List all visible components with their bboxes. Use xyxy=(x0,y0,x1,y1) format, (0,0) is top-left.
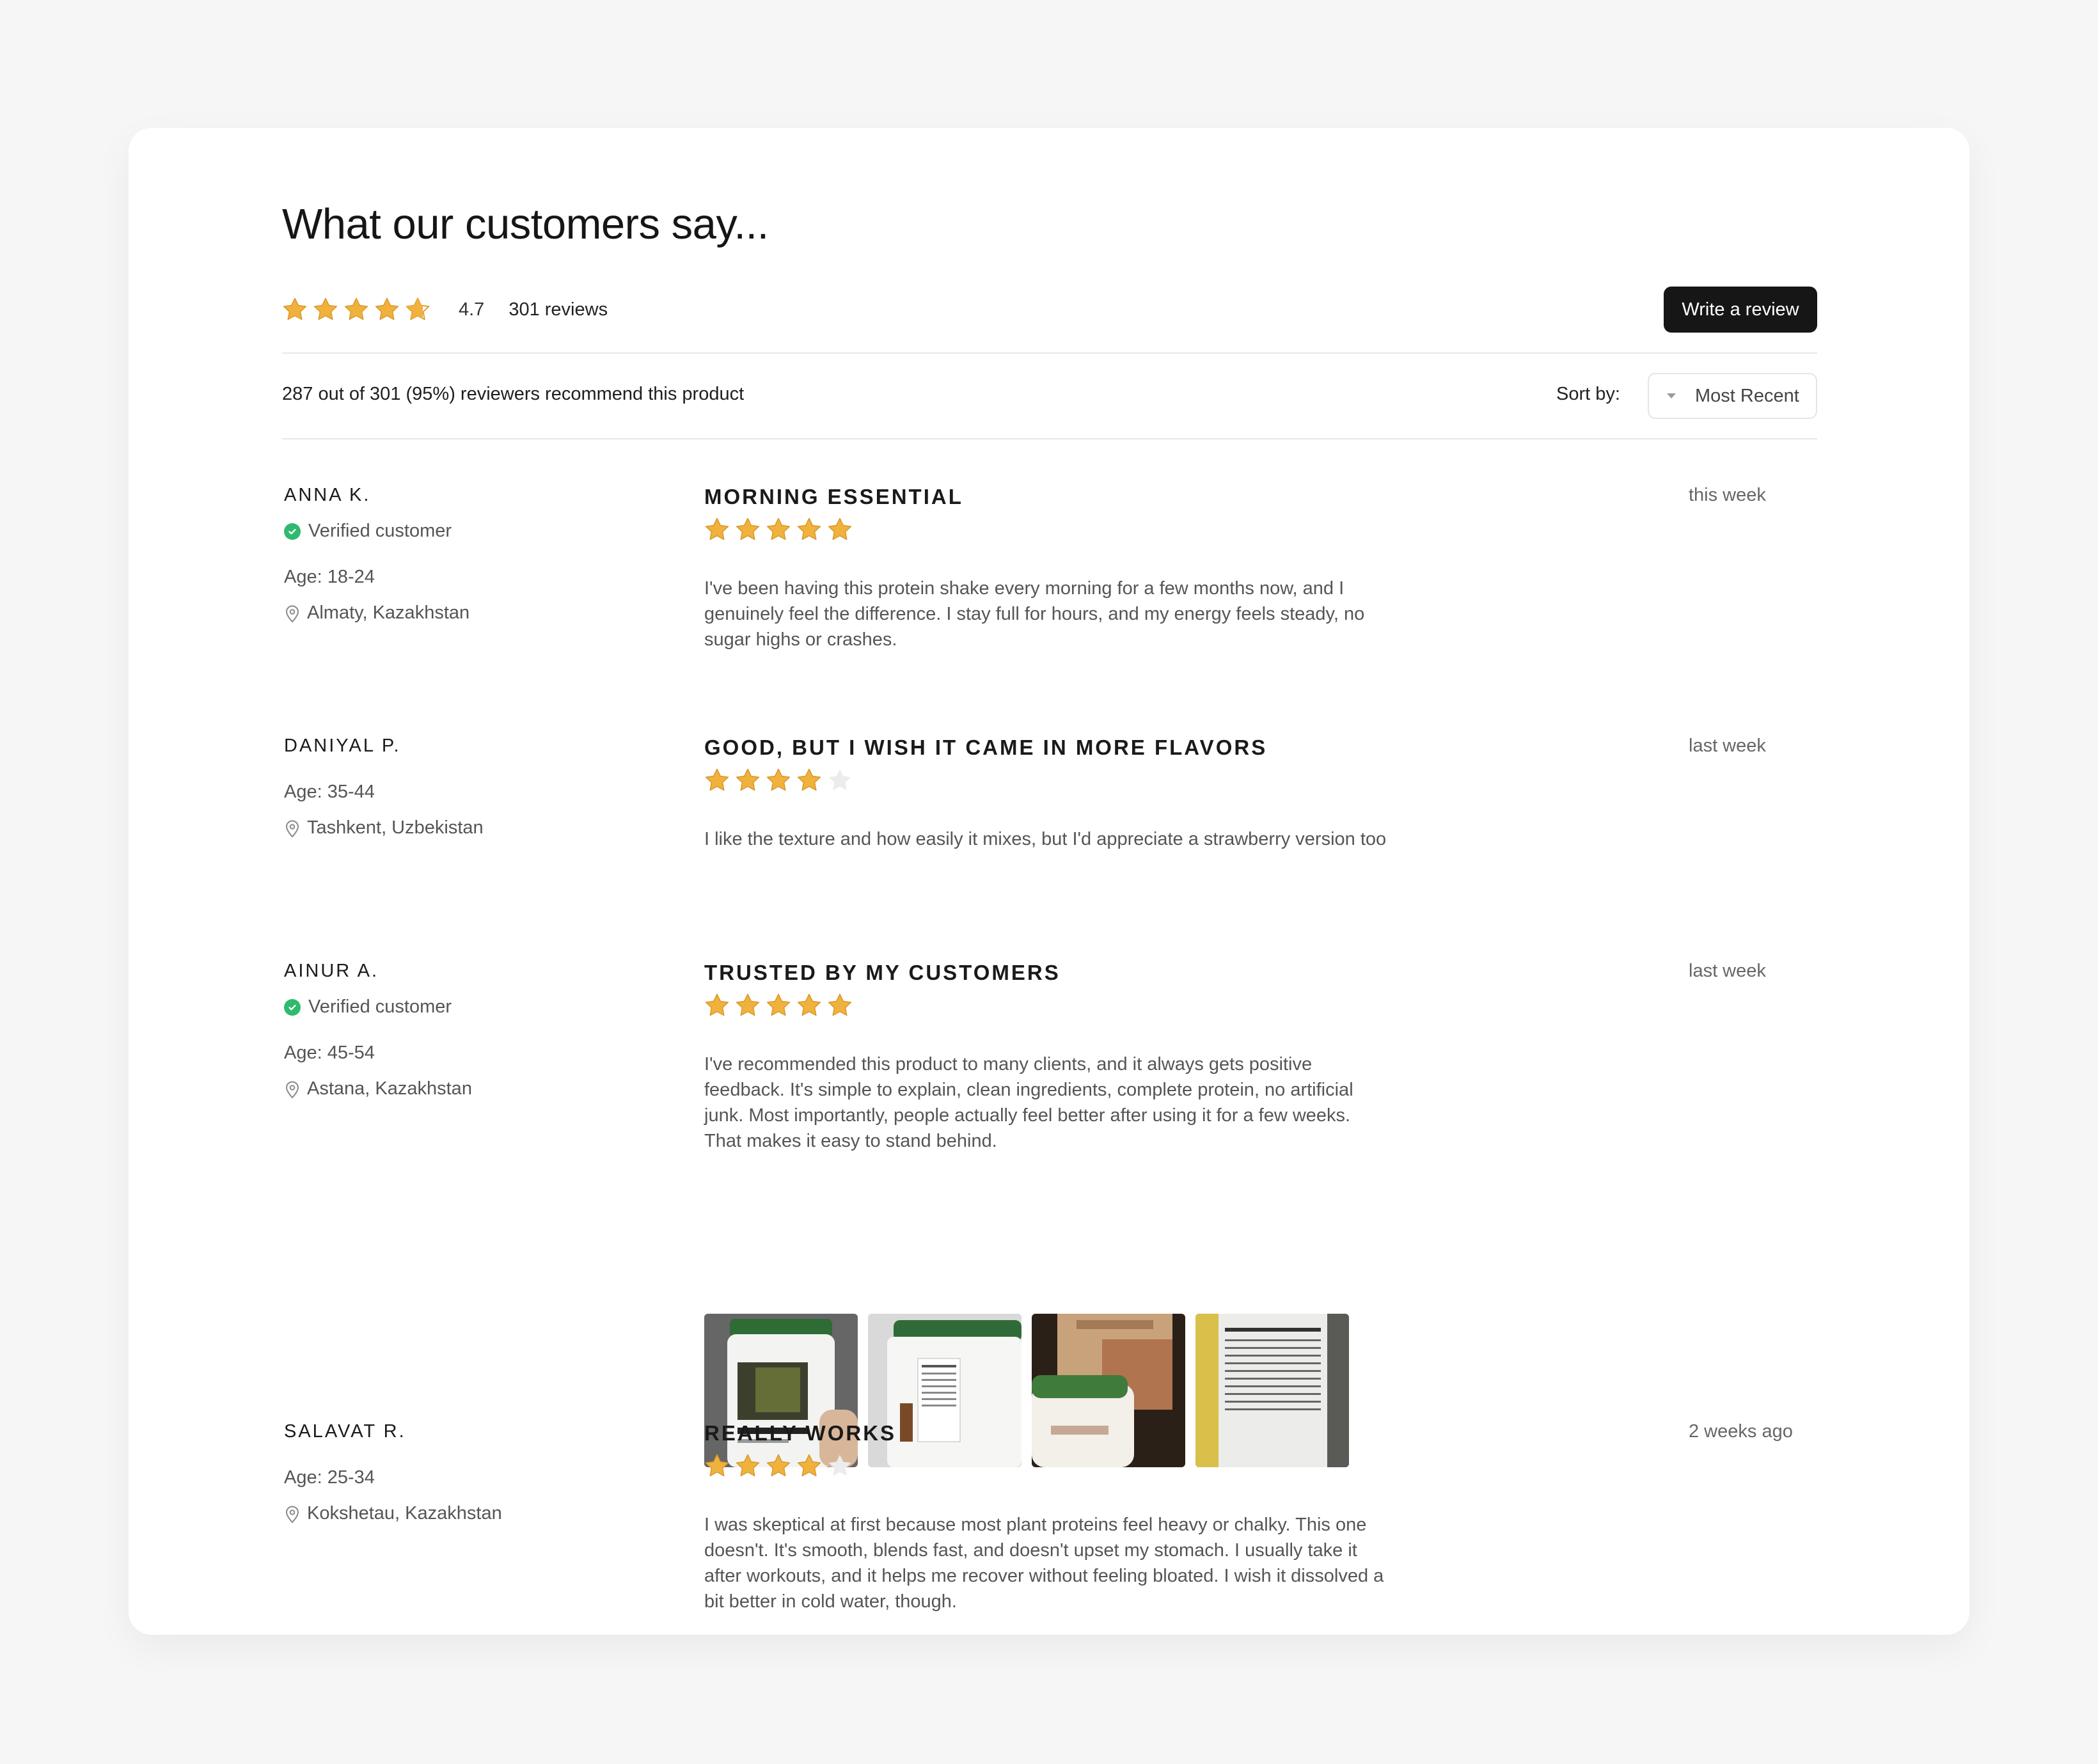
star-full-icon xyxy=(705,517,729,540)
star-half-icon xyxy=(406,297,430,320)
star-empty-icon xyxy=(828,1454,851,1476)
reviewer-name: SALAVAT R. xyxy=(284,1421,406,1442)
location-label: Kokshetau, Kazakhstan xyxy=(307,1503,502,1524)
location-pin-icon xyxy=(285,1506,299,1523)
star-full-icon xyxy=(313,297,338,320)
verified-badge: Verified customer xyxy=(284,996,452,1018)
reviewer-name: ANNA K. xyxy=(284,485,371,505)
star-full-icon xyxy=(375,297,399,320)
verified-label: Verified customer xyxy=(308,521,452,541)
star-full-icon xyxy=(736,768,760,791)
review-title: REALLY WORKS xyxy=(704,1421,897,1445)
average-rating: 4.7 xyxy=(459,299,485,320)
divider xyxy=(282,438,1817,439)
star-full-icon xyxy=(828,993,852,1016)
star-full-icon xyxy=(766,517,791,540)
star-full-icon xyxy=(344,297,368,320)
review-stars xyxy=(704,993,858,1018)
summary-stars xyxy=(282,297,436,322)
star-full-icon xyxy=(797,768,821,791)
reviewer-location: Astana, Kazakhstan xyxy=(284,1078,472,1099)
review-stars xyxy=(704,768,858,793)
sort-dropdown[interactable]: Most Recent xyxy=(1648,373,1817,419)
review-body: I've been having this protein shake ever… xyxy=(704,578,1365,650)
location-pin-icon xyxy=(285,605,299,622)
star-full-icon xyxy=(736,993,760,1016)
location-label: Almaty, Kazakhstan xyxy=(307,602,470,623)
review-date: last week xyxy=(1689,736,1766,756)
location-label: Astana, Kazakhstan xyxy=(307,1078,472,1099)
reviewer-name: DANIYAL P. xyxy=(284,736,401,756)
page-title: What our customers say... xyxy=(282,200,769,248)
reviewer-age: Age: 45-54 xyxy=(284,1043,375,1063)
supplement-facts-photo[interactable] xyxy=(1195,1314,1349,1467)
check-circle-icon xyxy=(284,998,301,1016)
plant-protein-bags-photo[interactable] xyxy=(1032,1314,1185,1467)
review-stars xyxy=(704,1453,858,1479)
review-date: last week xyxy=(1689,961,1766,981)
verified-badge: Verified customer xyxy=(284,521,452,542)
star-full-icon xyxy=(828,517,852,540)
star-full-icon xyxy=(797,993,821,1016)
review-date: this week xyxy=(1689,485,1766,505)
reviewer-name: AINUR A. xyxy=(284,961,379,981)
review-title: TRUSTED BY MY CUSTOMERS xyxy=(704,961,1061,984)
star-full-icon xyxy=(736,517,760,540)
star-full-icon xyxy=(736,1454,760,1477)
review-title: MORNING ESSENTIAL xyxy=(704,485,963,508)
reviewer-location: Kokshetau, Kazakhstan xyxy=(284,1503,502,1524)
location-label: Tashkent, Uzbekistan xyxy=(307,817,484,838)
sort-label: Sort by: xyxy=(1556,384,1620,404)
chevron-down-icon xyxy=(1667,393,1676,398)
star-full-icon xyxy=(705,768,729,791)
location-pin-icon xyxy=(285,820,299,837)
rating-summary: 4.7 301 reviews xyxy=(282,293,608,326)
recommend-stat: 287 out of 301 (95%) reviewers recommend… xyxy=(282,384,745,404)
reviewer-location: Almaty, Kazakhstan xyxy=(284,602,469,624)
star-full-icon xyxy=(797,517,821,540)
review-date: 2 weeks ago xyxy=(1689,1421,1793,1442)
star-empty-icon xyxy=(828,769,851,791)
divider xyxy=(282,352,1817,354)
star-full-icon xyxy=(283,297,307,320)
star-full-icon xyxy=(766,768,791,791)
star-full-icon xyxy=(797,1454,821,1477)
verified-label: Verified customer xyxy=(308,996,452,1017)
reviewer-age: Age: 25-34 xyxy=(284,1467,375,1488)
location-pin-icon xyxy=(285,1081,299,1098)
star-full-icon xyxy=(705,1454,729,1477)
check-circle-icon xyxy=(284,523,301,540)
star-full-icon xyxy=(766,1454,791,1477)
reviews-count[interactable]: 301 reviews xyxy=(509,299,608,320)
sort-value: Most Recent xyxy=(1695,385,1799,406)
review-body: I was skeptical at first because most pl… xyxy=(704,1515,1384,1612)
review-title: GOOD, BUT I WISH IT CAME IN MORE FLAVORS xyxy=(704,736,1268,759)
review-body: I've recommended this product to many cl… xyxy=(704,1054,1353,1151)
reviewer-age: Age: 18-24 xyxy=(284,567,375,587)
star-full-icon xyxy=(705,993,729,1016)
reviewer-age: Age: 35-44 xyxy=(284,782,375,802)
star-full-icon xyxy=(766,993,791,1016)
review-stars xyxy=(704,517,858,542)
reviewer-location: Tashkent, Uzbekistan xyxy=(284,817,484,839)
review-body: I like the texture and how easily it mix… xyxy=(704,829,1387,849)
reviews-card: What our customers say... 4.7 301 review… xyxy=(129,128,1969,1635)
write-review-button[interactable]: Write a review xyxy=(1664,287,1817,333)
